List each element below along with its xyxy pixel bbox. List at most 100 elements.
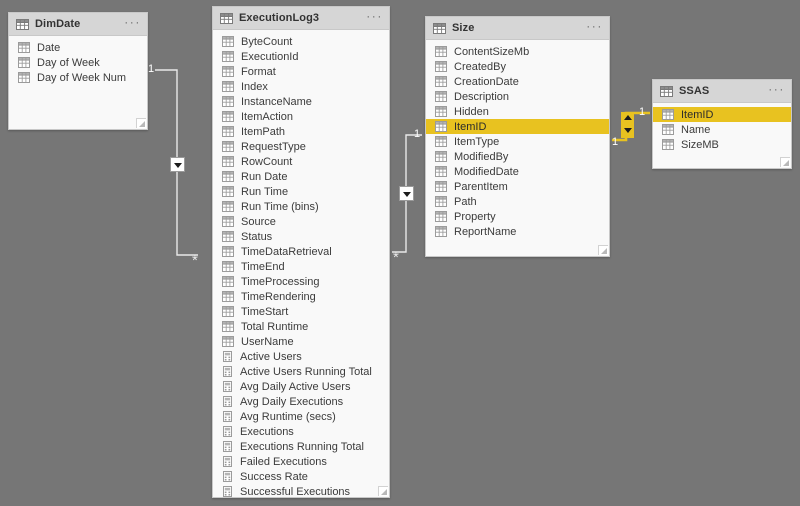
field-row[interactable]: Day of Week	[9, 55, 147, 70]
column-grid-icon	[222, 261, 234, 272]
table-header-dimdate[interactable]: DimDate ···	[9, 13, 147, 36]
column-grid-icon	[435, 106, 447, 117]
resize-handle-icon[interactable]	[136, 118, 146, 128]
field-label: Path	[454, 195, 477, 208]
table-card-executionlog3[interactable]: ExecutionLog3 ··· ByteCount ExecutionId Form…	[212, 6, 390, 498]
field-row[interactable]: Run Time	[213, 184, 389, 199]
field-row[interactable]: TimeDataRetrieval	[213, 244, 389, 259]
field-row[interactable]: Avg Daily Executions	[213, 394, 389, 409]
field-row[interactable]: TimeStart	[213, 304, 389, 319]
field-row[interactable]: Hidden	[426, 104, 609, 119]
field-row[interactable]: Avg Daily Active Users	[213, 379, 389, 394]
field-row[interactable]: Date	[9, 40, 147, 55]
resize-handle-icon[interactable]	[378, 486, 388, 496]
field-row[interactable]: ModifiedBy	[426, 149, 609, 164]
field-row[interactable]: Source	[213, 214, 389, 229]
field-row[interactable]: Description	[426, 89, 609, 104]
table-card-dimdate[interactable]: DimDate ··· Date Day of Week Day of Week Num	[8, 12, 148, 130]
table-card-size[interactable]: Size ··· ContentSizeMb CreatedBy CreationDat…	[425, 16, 610, 257]
column-grid-icon	[435, 61, 447, 72]
field-label: Hidden	[454, 105, 489, 118]
field-row[interactable]: CreationDate	[426, 74, 609, 89]
column-grid-icon	[222, 321, 234, 332]
field-row[interactable]: Name	[653, 122, 791, 137]
field-row[interactable]: ReportName	[426, 224, 609, 239]
field-row[interactable]: Executions	[213, 424, 389, 439]
field-row[interactable]: Executions Running Total	[213, 439, 389, 454]
field-label: Success Rate	[240, 470, 308, 483]
field-row[interactable]: ModifiedDate	[426, 164, 609, 179]
field-row[interactable]: TimeEnd	[213, 259, 389, 274]
field-row[interactable]: ItemPath	[213, 124, 389, 139]
field-row[interactable]: ContentSizeMb	[426, 44, 609, 59]
field-row[interactable]: Successful Executions	[213, 484, 389, 499]
field-row[interactable]: Status	[213, 229, 389, 244]
table-header-ssas[interactable]: SSAS ···	[653, 80, 791, 103]
field-label: UserName	[241, 335, 294, 348]
table-title-size: Size	[452, 22, 475, 34]
table-title-dimdate: DimDate	[35, 18, 81, 30]
field-row[interactable]: Success Rate	[213, 469, 389, 484]
column-grid-icon	[435, 151, 447, 162]
field-row[interactable]: Format	[213, 64, 389, 79]
field-label: InstanceName	[241, 95, 312, 108]
field-row[interactable]: ParentItem	[426, 179, 609, 194]
field-label: Active Users	[240, 350, 302, 363]
field-row[interactable]: TimeProcessing	[213, 274, 389, 289]
ellipsis-more-icon[interactable]: ···	[768, 83, 785, 98]
field-row[interactable]: Index	[213, 79, 389, 94]
field-row[interactable]: Run Time (bins)	[213, 199, 389, 214]
field-label: ModifiedBy	[454, 150, 509, 163]
field-label: Format	[241, 65, 276, 78]
field-row[interactable]: Path	[426, 194, 609, 209]
field-row[interactable]: Property	[426, 209, 609, 224]
field-label: Avg Daily Active Users	[240, 380, 351, 393]
ellipsis-more-icon[interactable]: ···	[366, 10, 383, 25]
table-header-size[interactable]: Size ···	[426, 17, 609, 40]
field-row[interactable]: TimeRendering	[213, 289, 389, 304]
field-label: ExecutionId	[241, 50, 299, 63]
column-grid-icon	[435, 121, 447, 132]
field-row[interactable]: Run Date	[213, 169, 389, 184]
field-row[interactable]: ItemAction	[213, 109, 389, 124]
field-row[interactable]: Failed Executions	[213, 454, 389, 469]
ellipsis-more-icon[interactable]: ···	[124, 16, 141, 31]
column-grid-icon	[222, 246, 234, 257]
column-grid-icon	[222, 156, 234, 167]
column-grid-icon	[222, 111, 234, 122]
field-row[interactable]: RowCount	[213, 154, 389, 169]
field-row[interactable]: Day of Week Num	[9, 70, 147, 85]
field-row[interactable]: UserName	[213, 334, 389, 349]
field-row[interactable]: Active Users Running Total	[213, 364, 389, 379]
field-row[interactable]: ItemID	[426, 119, 609, 134]
relationship-size-cardinality-many: *	[393, 249, 399, 266]
resize-handle-icon[interactable]	[598, 245, 608, 255]
field-row[interactable]: InstanceName	[213, 94, 389, 109]
field-row[interactable]: SizeMB	[653, 137, 791, 152]
field-row[interactable]: ByteCount	[213, 34, 389, 49]
field-label: Day of Week	[37, 56, 100, 69]
field-label: Run Date	[241, 170, 288, 183]
relationship-ssas-cardinality-left: 1	[612, 136, 619, 148]
model-diagram-canvas[interactable]: 1 * 1 * 1 1 DimDate ··· Date Day of Week Day…	[0, 0, 800, 506]
field-row[interactable]: ExecutionId	[213, 49, 389, 64]
field-row[interactable]: Avg Runtime (secs)	[213, 409, 389, 424]
field-label: Source	[241, 215, 276, 228]
ellipsis-more-icon[interactable]: ···	[586, 20, 603, 35]
field-row[interactable]: RequestType	[213, 139, 389, 154]
column-grid-icon	[662, 139, 674, 150]
field-row[interactable]: Active Users	[213, 349, 389, 364]
field-label: ItemPath	[241, 125, 286, 138]
table-grid-icon	[16, 18, 29, 30]
field-row[interactable]: ItemType	[426, 134, 609, 149]
field-label: Executions Running Total	[240, 440, 364, 453]
measure-calculator-icon	[223, 381, 232, 392]
table-header-executionlog3[interactable]: ExecutionLog3 ···	[213, 7, 389, 30]
field-row[interactable]: ItemID	[653, 107, 791, 122]
field-label: Successful Executions	[240, 485, 351, 498]
table-card-ssas[interactable]: SSAS ··· ItemID Name SizeMB	[652, 79, 792, 169]
field-row[interactable]: CreatedBy	[426, 59, 609, 74]
measure-calculator-icon	[223, 456, 232, 467]
field-row[interactable]: Total Runtime	[213, 319, 389, 334]
resize-handle-icon[interactable]	[780, 157, 790, 167]
